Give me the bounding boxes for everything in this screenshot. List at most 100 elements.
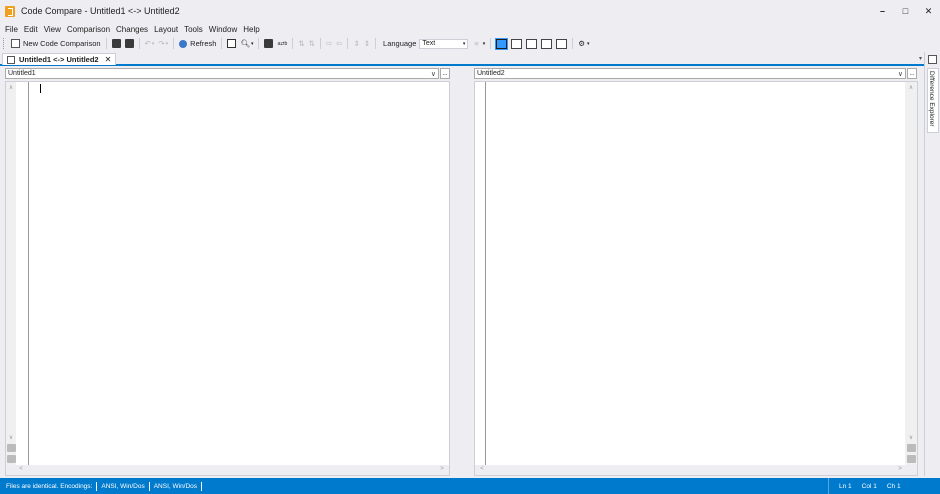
move-down-button[interactable]: ⇕ bbox=[362, 37, 372, 50]
layout-left-button[interactable] bbox=[511, 38, 523, 49]
tab-list-dropdown-icon[interactable]: ▾ bbox=[919, 55, 922, 62]
toolbar-options-button[interactable]: ▾ bbox=[481, 37, 488, 50]
cursor-position: Ln 1 Col 1 Ch 1 bbox=[828, 478, 940, 494]
find-dropdown-icon: ▾ bbox=[250, 40, 254, 47]
left-path-combo[interactable]: Untitled1 ∨ bbox=[5, 68, 439, 79]
language-label: Language bbox=[383, 39, 417, 48]
scroll-left-icon[interactable]: < bbox=[477, 466, 487, 472]
text-caret bbox=[40, 84, 41, 93]
scroll-up-icon[interactable]: ∧ bbox=[6, 84, 16, 91]
window-title: Code Compare - Untitled1 <-> Untitled2 bbox=[21, 6, 180, 16]
toolbar-separator bbox=[138, 38, 140, 49]
side-panel: Difference Explorer bbox=[924, 52, 940, 476]
menu-view[interactable]: View bbox=[41, 25, 64, 34]
left-browse-button[interactable]: ... bbox=[440, 68, 450, 79]
menu-file[interactable]: File bbox=[2, 25, 21, 34]
arrow-right-icon: ⇨ bbox=[325, 39, 333, 48]
left-pane: Untitled1 ∨ ... ∧ ∨ < > bbox=[5, 68, 450, 477]
close-button[interactable]: ✕ bbox=[917, 0, 940, 22]
column-number: Col 1 bbox=[861, 482, 877, 490]
right-path-value: Untitled2 bbox=[477, 70, 505, 77]
left-horizontal-scrollbar[interactable]: < > bbox=[6, 465, 449, 475]
redo-button[interactable]: ↷ ▾ bbox=[156, 37, 170, 50]
toolbar-separator bbox=[221, 38, 223, 49]
scroll-down-icon[interactable]: ∨ bbox=[906, 434, 916, 441]
settings-button[interactable]: ⚙ ▾ bbox=[576, 37, 591, 50]
open-icon bbox=[111, 39, 121, 48]
document-tab-strip: Untitled1 <-> Untitled2 ✕ ▾ bbox=[0, 52, 940, 66]
char-number: Ch 1 bbox=[886, 482, 901, 490]
copy-left-button[interactable]: ⇦ bbox=[334, 37, 344, 50]
menu-comparison[interactable]: Comparison bbox=[64, 25, 113, 34]
right-pane: Untitled2 ∨ ... ∧ ∨ < > bbox=[474, 68, 918, 477]
save-button[interactable] bbox=[123, 37, 136, 50]
scroll-right-icon[interactable]: > bbox=[437, 466, 447, 472]
new-comparison-icon bbox=[11, 39, 20, 48]
menu-tools[interactable]: Tools bbox=[181, 25, 206, 34]
chevron-down-icon: ▾ bbox=[462, 40, 466, 47]
undo-icon: ↶ bbox=[144, 39, 151, 48]
word-wrap-button[interactable]: ≡ bbox=[472, 37, 480, 50]
close-icon[interactable]: ✕ bbox=[105, 55, 112, 64]
menu-help[interactable]: Help bbox=[240, 25, 262, 34]
right-vertical-scrollbar[interactable]: ∧ ∨ bbox=[905, 82, 917, 465]
merge-icon bbox=[264, 39, 274, 48]
right-browse-button[interactable]: ... bbox=[907, 68, 917, 79]
layout-stacked-button[interactable] bbox=[556, 38, 568, 49]
new-comparison-button[interactable]: New Code Comparison bbox=[9, 37, 103, 50]
prev-change-icon[interactable] bbox=[7, 444, 16, 452]
line-number: Ln 1 bbox=[839, 482, 852, 490]
undo-button[interactable]: ↶ ▾ bbox=[143, 37, 157, 50]
options-button[interactable] bbox=[225, 37, 238, 50]
scroll-right-icon[interactable]: > bbox=[895, 466, 905, 472]
menu-edit[interactable]: Edit bbox=[21, 25, 41, 34]
tab-comparison[interactable]: Untitled1 <-> Untitled2 ✕ bbox=[2, 53, 117, 65]
menu-layout[interactable]: Layout bbox=[151, 25, 181, 34]
status-separator bbox=[96, 481, 98, 491]
open-button[interactable] bbox=[110, 37, 123, 50]
language-select[interactable]: Text ▾ bbox=[419, 38, 469, 49]
right-path-bar: Untitled2 ∨ ... bbox=[474, 68, 917, 79]
minimize-button[interactable]: – bbox=[871, 0, 894, 22]
prev-change-icon[interactable] bbox=[907, 444, 916, 452]
copy-right-button[interactable]: ⇨ bbox=[324, 37, 334, 50]
right-path-combo[interactable]: Untitled2 ∨ bbox=[474, 68, 906, 79]
difference-explorer-tab[interactable]: Difference Explorer bbox=[927, 68, 939, 133]
layout-right-button[interactable] bbox=[526, 38, 538, 49]
options-icon bbox=[227, 39, 237, 48]
layout-three-way-button[interactable] bbox=[541, 38, 553, 49]
toolbar-separator bbox=[347, 38, 349, 49]
next-diff-icon: ⇅ bbox=[308, 39, 315, 48]
toolbar-grip[interactable] bbox=[3, 38, 6, 49]
status-separator bbox=[148, 481, 150, 491]
right-horizontal-scrollbar[interactable]: < > bbox=[475, 465, 917, 475]
difference-explorer-icon[interactable] bbox=[928, 55, 937, 64]
right-editor[interactable]: ∧ ∨ < > bbox=[474, 81, 918, 476]
redo-icon: ↷ bbox=[158, 39, 165, 48]
next-diff-button[interactable]: ⇅ bbox=[307, 37, 317, 50]
chevron-down-icon: ∨ bbox=[430, 70, 436, 78]
merge-button[interactable] bbox=[262, 37, 275, 50]
find-button[interactable]: 🔍︎ ▾ bbox=[238, 37, 255, 50]
scroll-down-icon[interactable]: ∨ bbox=[6, 434, 16, 441]
layout-two-panes-button[interactable] bbox=[495, 37, 509, 50]
left-editor[interactable]: ∧ ∨ < > bbox=[5, 81, 450, 476]
menu-window[interactable]: Window bbox=[206, 25, 240, 34]
scroll-left-icon[interactable]: < bbox=[16, 466, 26, 472]
new-comparison-label: New Code Comparison bbox=[23, 39, 101, 48]
toolbar-separator bbox=[258, 38, 260, 49]
left-path-bar: Untitled1 ∨ ... bbox=[5, 68, 450, 79]
move-down-icon: ⇕ bbox=[363, 39, 371, 48]
maximize-button[interactable]: □ bbox=[894, 0, 917, 22]
scroll-up-icon[interactable]: ∧ bbox=[906, 84, 916, 91]
comparison-icon bbox=[7, 55, 15, 64]
prev-diff-button[interactable]: ⇅ bbox=[296, 37, 306, 50]
move-up-button[interactable]: ⇕ bbox=[351, 37, 361, 50]
refresh-button[interactable]: Refresh bbox=[177, 37, 218, 50]
refresh-icon bbox=[179, 39, 188, 48]
save-icon bbox=[124, 39, 134, 48]
next-change-icon[interactable] bbox=[907, 455, 916, 463]
ab-button[interactable]: a⇄b bbox=[275, 37, 289, 50]
next-change-icon[interactable] bbox=[7, 455, 16, 463]
menu-changes[interactable]: Changes bbox=[113, 25, 151, 34]
